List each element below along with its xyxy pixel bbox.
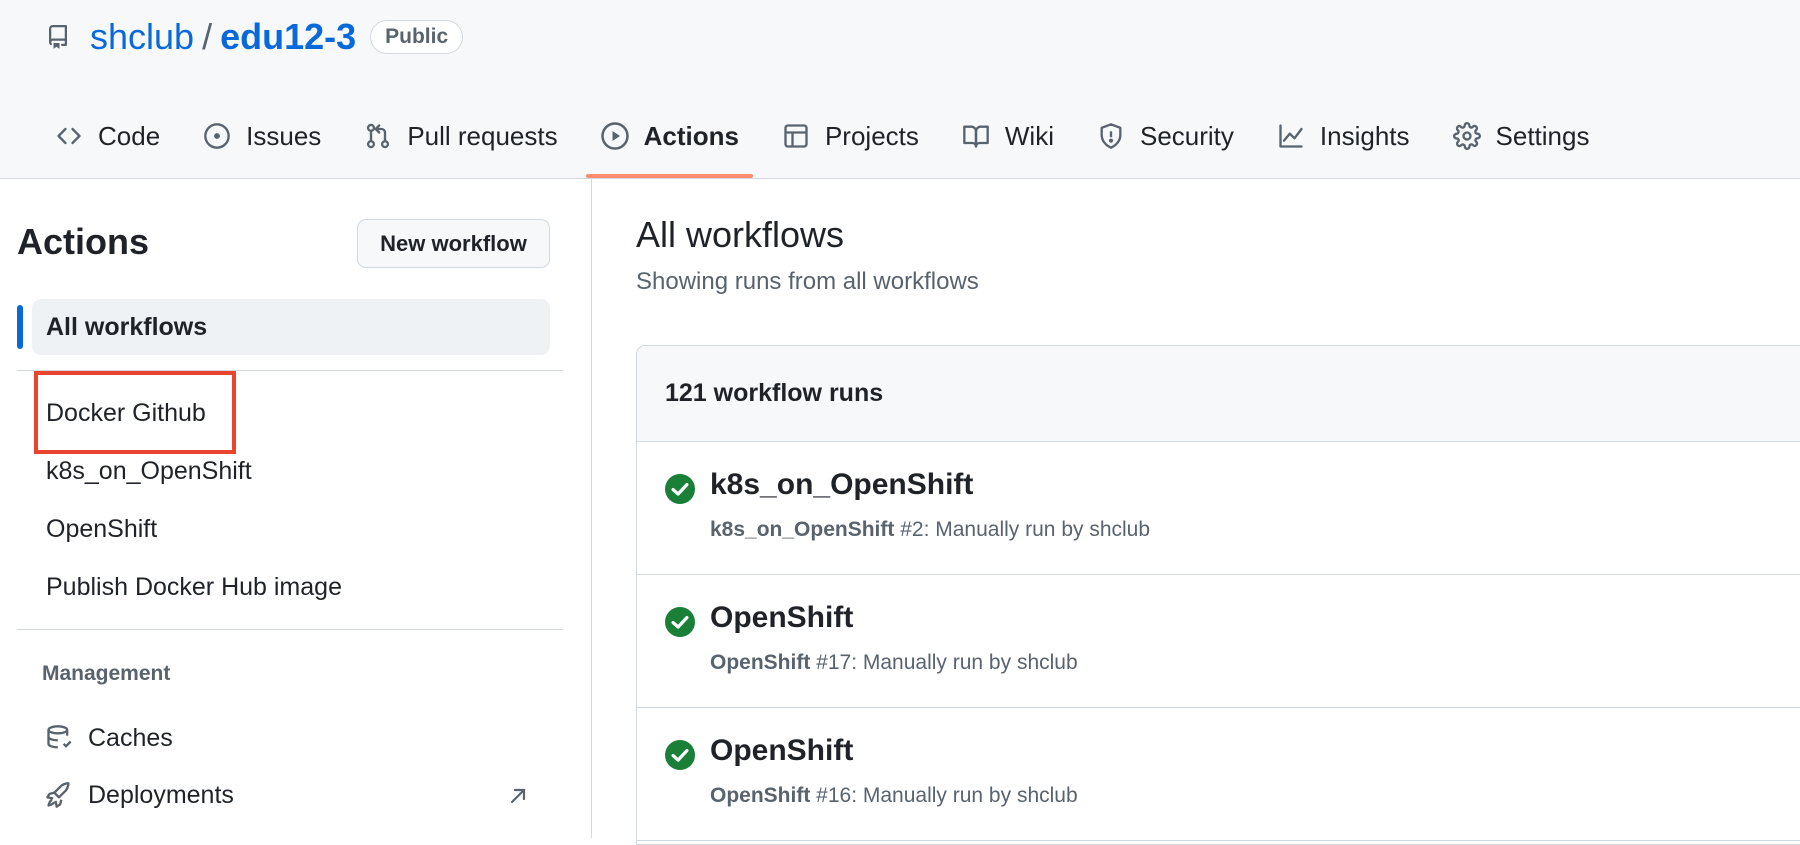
tab-label: Actions: [643, 120, 739, 151]
tab-projects[interactable]: Projects: [767, 108, 933, 164]
success-check-icon: [665, 474, 695, 504]
page-title: All workflows: [636, 214, 845, 255]
workflow-run-row[interactable]: OpenShift OpenShift #16: Manually run by…: [637, 708, 1800, 841]
run-detail: #16: Manually run by shclub: [810, 784, 1078, 807]
page-subtitle: Showing runs from all workflows: [636, 268, 979, 295]
tab-label: Settings: [1495, 120, 1590, 151]
workflow-run-row[interactable]: k8s_on_OpenShift k8s_on_OpenShift #2: Ma…: [637, 442, 1800, 575]
play-icon: [600, 121, 630, 151]
tab-label: Issues: [246, 120, 322, 151]
repo-nav: Code Issues Pull requests Actions Projec…: [40, 108, 1603, 178]
highlight-box: [34, 371, 236, 454]
sidebar-item-all-workflows[interactable]: All workflows: [32, 299, 550, 355]
run-workflow-name: OpenShift: [710, 784, 811, 807]
tab-label: Code: [98, 120, 161, 151]
shield-icon: [1096, 121, 1126, 151]
run-title-link[interactable]: k8s_on_OpenShift: [710, 468, 973, 502]
run-workflow-name: k8s_on_OpenShift: [710, 518, 895, 541]
tab-code[interactable]: Code: [40, 108, 174, 164]
repo-owner-link[interactable]: shclub: [90, 14, 194, 60]
workflow-run-row[interactable]: OpenShift OpenShift #17: Manually run by…: [637, 575, 1800, 708]
rocket-icon: [44, 780, 74, 810]
issue-icon: [202, 121, 232, 151]
repo-name-link[interactable]: edu12-3: [220, 14, 356, 60]
success-check-icon: [665, 607, 695, 637]
repo-title: shclub / edu12-3 Public: [46, 14, 464, 60]
run-meta: k8s_on_OpenShift #2: Manually run by shc…: [710, 518, 1150, 542]
visibility-badge: Public: [370, 20, 464, 54]
graph-icon: [1276, 121, 1306, 151]
tab-label: Insights: [1319, 120, 1410, 151]
run-title-link[interactable]: OpenShift: [710, 601, 853, 635]
sidebar-title: Actions: [17, 221, 150, 262]
sidebar-item-openshift[interactable]: OpenShift: [46, 509, 157, 549]
tab-label: Pull requests: [407, 120, 558, 151]
actions-sidebar: Actions New workflow All workflows Docke…: [0, 179, 592, 838]
repo-icon: [46, 23, 74, 51]
active-indicator: [17, 305, 23, 349]
external-link-icon[interactable]: [506, 784, 530, 808]
gear-icon: [1452, 121, 1482, 151]
tab-label: Projects: [824, 120, 919, 151]
run-detail: #2: Manually run by shclub: [894, 518, 1151, 541]
sidebar-item-label: Caches: [88, 723, 173, 752]
tab-issues[interactable]: Issues: [188, 108, 335, 164]
sidebar-item-publish-docker-hub-image[interactable]: Publish Docker Hub image: [46, 567, 342, 607]
book-icon: [961, 121, 991, 151]
success-check-icon: [665, 740, 695, 770]
sidebar-item-label: Deployments: [88, 780, 234, 809]
run-meta: OpenShift #16: Manually run by shclub: [710, 784, 1078, 808]
repo-separator: /: [202, 16, 213, 57]
tab-security[interactable]: Security: [1082, 108, 1248, 164]
tab-insights[interactable]: Insights: [1262, 108, 1424, 164]
sidebar-item-k8s-on-openshift[interactable]: k8s_on_OpenShift: [46, 451, 252, 491]
tab-pull-requests[interactable]: Pull requests: [349, 108, 571, 164]
pull-request-icon: [363, 121, 393, 151]
tab-label: Security: [1139, 120, 1234, 151]
tab-actions[interactable]: Actions: [585, 108, 754, 178]
run-meta: OpenShift #17: Manually run by shclub: [710, 651, 1078, 675]
workflow-runs-list: 121 workflow runs k8s_on_OpenShift k8s_o…: [636, 345, 1800, 845]
runs-count-header: 121 workflow runs: [637, 346, 1800, 442]
sidebar-item-deployments[interactable]: Deployments: [44, 775, 234, 815]
tab-wiki[interactable]: Wiki: [947, 108, 1068, 164]
run-title-link[interactable]: OpenShift: [710, 734, 853, 768]
new-workflow-button[interactable]: New workflow: [357, 219, 550, 268]
code-icon: [54, 121, 84, 151]
management-heading: Management: [42, 662, 171, 685]
table-icon: [781, 121, 811, 151]
run-workflow-name: OpenShift: [710, 651, 811, 674]
tab-settings[interactable]: Settings: [1438, 108, 1604, 164]
repo-header: shclub / edu12-3 Public Code Issues Pull…: [0, 0, 1800, 179]
database-icon: [44, 723, 74, 753]
sidebar-item-caches[interactable]: Caches: [44, 718, 173, 758]
run-detail: #17: Manually run by shclub: [810, 651, 1078, 674]
tab-label: Wiki: [1004, 120, 1054, 151]
divider: [17, 629, 563, 630]
